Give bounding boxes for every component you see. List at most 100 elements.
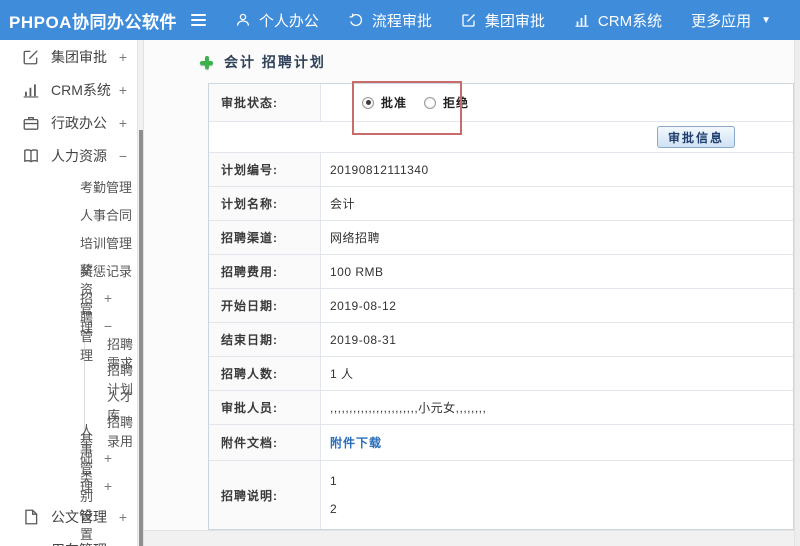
nav-more-apps[interactable]: 更多应用 ▼ bbox=[691, 10, 771, 31]
field-label: 招聘渠道: bbox=[209, 221, 321, 254]
add-icon bbox=[200, 55, 213, 69]
nav-label: 集团审批 bbox=[484, 12, 545, 30]
field-label: 结束日期: bbox=[209, 323, 321, 356]
field-value: 2019-08-31 bbox=[330, 332, 397, 347]
table-row: 招聘说明: 1 2 bbox=[209, 461, 793, 529]
expand-icon[interactable]: + bbox=[119, 542, 127, 546]
page-title: 会计 招聘计划 bbox=[224, 54, 326, 70]
sidebar-item-label: 培训管理 bbox=[80, 235, 133, 251]
sidebar-item-hr-contract[interactable]: 人事合同 bbox=[0, 200, 137, 228]
collapse-icon[interactable]: − bbox=[119, 148, 127, 164]
field-label: 招聘人数: bbox=[209, 357, 321, 390]
approval-info-button[interactable]: 审批信息 bbox=[656, 126, 735, 148]
expand-icon[interactable]: + bbox=[104, 450, 112, 466]
field-label: 招聘说明: bbox=[209, 461, 321, 529]
field-label: 计划名称: bbox=[209, 187, 321, 220]
sidebar-item-admin-office[interactable]: 行政办公 + bbox=[0, 106, 137, 139]
nav-personal-office[interactable]: 个人办公 bbox=[235, 10, 319, 31]
approval-status-cell: 批准 拒绝 bbox=[321, 84, 793, 121]
expand-icon[interactable]: + bbox=[119, 509, 127, 525]
table-row: 审批状态: 批准 拒绝 bbox=[209, 84, 793, 122]
nav-workflow-approval[interactable]: 流程审批 bbox=[348, 10, 432, 31]
field-value: 20190812111340 bbox=[330, 162, 429, 177]
collapse-icon[interactable]: − bbox=[104, 318, 112, 334]
main-scrollbar[interactable] bbox=[794, 40, 800, 546]
sidebar: 集团审批 + CRM系统 + 行政办公 + 人力资源 − 考勤管理 人事合同 培… bbox=[0, 40, 137, 546]
chart-icon bbox=[574, 12, 590, 28]
nav-crm-system[interactable]: CRM系统 bbox=[574, 10, 662, 31]
field-label: 计划编号: bbox=[209, 153, 321, 186]
sidebar-item-label: 招聘录用 bbox=[107, 415, 134, 449]
radio-reject-label[interactable]: 拒绝 bbox=[443, 94, 469, 111]
briefcase-icon bbox=[22, 114, 40, 132]
top-nav: 个人办公 流程审批 集团审批 CRM系统 更多应用 ▼ bbox=[235, 10, 800, 31]
sidebar-item-base-category[interactable]: 基础类别设置 + bbox=[0, 432, 137, 542]
sidebar-item-label: 人力资源 bbox=[51, 147, 107, 164]
table-row: 审批人员: ,,,,,,,,,,,,,,,,,,,,,,,小元女,,,,,,,, bbox=[209, 391, 793, 425]
sidebar-scrollbar-thumb[interactable] bbox=[139, 130, 143, 546]
sidebar-item-label: 用车管理 bbox=[51, 540, 107, 546]
field-label: 招聘费用: bbox=[209, 255, 321, 288]
sidebar-item-group-approval[interactable]: 集团审批 + bbox=[0, 40, 137, 73]
radio-approve[interactable] bbox=[362, 96, 374, 109]
sidebar-scrollbar[interactable] bbox=[137, 40, 144, 546]
chart-icon bbox=[22, 81, 40, 99]
sidebar-item-vehicle-mgmt[interactable]: 用车管理 + bbox=[0, 533, 137, 546]
attachment-download-link[interactable]: 附件下载 bbox=[330, 434, 382, 451]
content-footer-strip bbox=[144, 530, 800, 546]
expand-icon[interactable]: + bbox=[119, 82, 127, 98]
menu-icon[interactable] bbox=[191, 14, 207, 26]
page-title-row: 会计 招聘计划 bbox=[200, 52, 326, 72]
table-row: 招聘人数: 1 人 bbox=[209, 357, 793, 391]
table-row: 开始日期: 2019-08-12 bbox=[209, 289, 793, 323]
sidebar-item-document-mgmt[interactable]: 公文管理 + bbox=[0, 500, 137, 533]
sidebar-item-rewards[interactable]: 奖惩记录 bbox=[0, 256, 137, 284]
expand-icon[interactable]: + bbox=[104, 290, 112, 306]
table-row: 计划名称: 会计 bbox=[209, 187, 793, 221]
radio-reject[interactable] bbox=[424, 96, 437, 109]
book-icon bbox=[22, 147, 40, 165]
radio-approve-label[interactable]: 批准 bbox=[381, 94, 407, 111]
approval-form: 审批状态: 批准 拒绝 审批信息 计划编号: 20190812111340 计划… bbox=[208, 83, 794, 530]
sidebar-item-attendance[interactable]: 考勤管理 bbox=[0, 172, 137, 200]
table-row: 附件文档: 附件下载 bbox=[209, 425, 793, 461]
rotate-arrow-icon bbox=[348, 12, 364, 28]
sidebar-item-label: 人事合同 bbox=[80, 207, 133, 223]
sidebar-item-label: 考勤管理 bbox=[80, 179, 133, 195]
field-label: 开始日期: bbox=[209, 289, 321, 322]
field-value: 网络招聘 bbox=[330, 231, 381, 245]
sidebar-item-hr[interactable]: 人力资源 − bbox=[0, 139, 137, 172]
caret-down-icon: ▼ bbox=[761, 14, 771, 26]
description-line: 1 bbox=[330, 474, 338, 488]
sidebar-item-label: 集团审批 bbox=[51, 48, 107, 65]
field-value: 2019-08-12 bbox=[330, 298, 397, 313]
topbar: PHPOA协同办公软件 个人办公 流程审批 集团审批 CRM系统 更多应用 ▼ bbox=[0, 0, 800, 40]
table-row: 审批信息 bbox=[209, 122, 793, 153]
nav-group-approval[interactable]: 集团审批 bbox=[461, 10, 545, 31]
nav-label: 更多应用 bbox=[691, 12, 752, 30]
field-label: 审批状态: bbox=[209, 84, 321, 121]
truck-icon bbox=[22, 541, 40, 546]
sidebar-item-crm[interactable]: CRM系统 + bbox=[0, 73, 137, 106]
expand-icon[interactable]: + bbox=[119, 49, 127, 65]
edit-icon bbox=[22, 48, 40, 66]
sidebar-item-label: 行政办公 bbox=[51, 114, 107, 131]
field-value: 1 2 bbox=[321, 461, 793, 529]
expand-icon[interactable]: + bbox=[119, 115, 127, 131]
table-row: 招聘费用: 100 RMB bbox=[209, 255, 793, 289]
sidebar-item-label: 公文管理 bbox=[51, 508, 107, 525]
table-row: 计划编号: 20190812111340 bbox=[209, 153, 793, 187]
expand-icon[interactable]: + bbox=[104, 478, 112, 494]
sidebar-item-label: 招聘管理 bbox=[80, 291, 94, 363]
nav-label: 个人办公 bbox=[258, 12, 319, 30]
table-row: 招聘渠道: 网络招聘 bbox=[209, 221, 793, 255]
edit-icon bbox=[461, 12, 477, 28]
field-label: 附件文档: bbox=[209, 425, 321, 460]
sidebar-item-training[interactable]: 培训管理 bbox=[0, 228, 137, 256]
field-value: 会计 bbox=[330, 197, 356, 211]
nav-label: CRM系统 bbox=[597, 12, 663, 30]
sidebar-item-salary[interactable]: 薪资管理 + bbox=[0, 263, 137, 335]
description-line: 2 bbox=[330, 502, 338, 516]
field-value: 1 人 bbox=[330, 367, 354, 381]
field-label: 审批人员: bbox=[209, 391, 321, 424]
